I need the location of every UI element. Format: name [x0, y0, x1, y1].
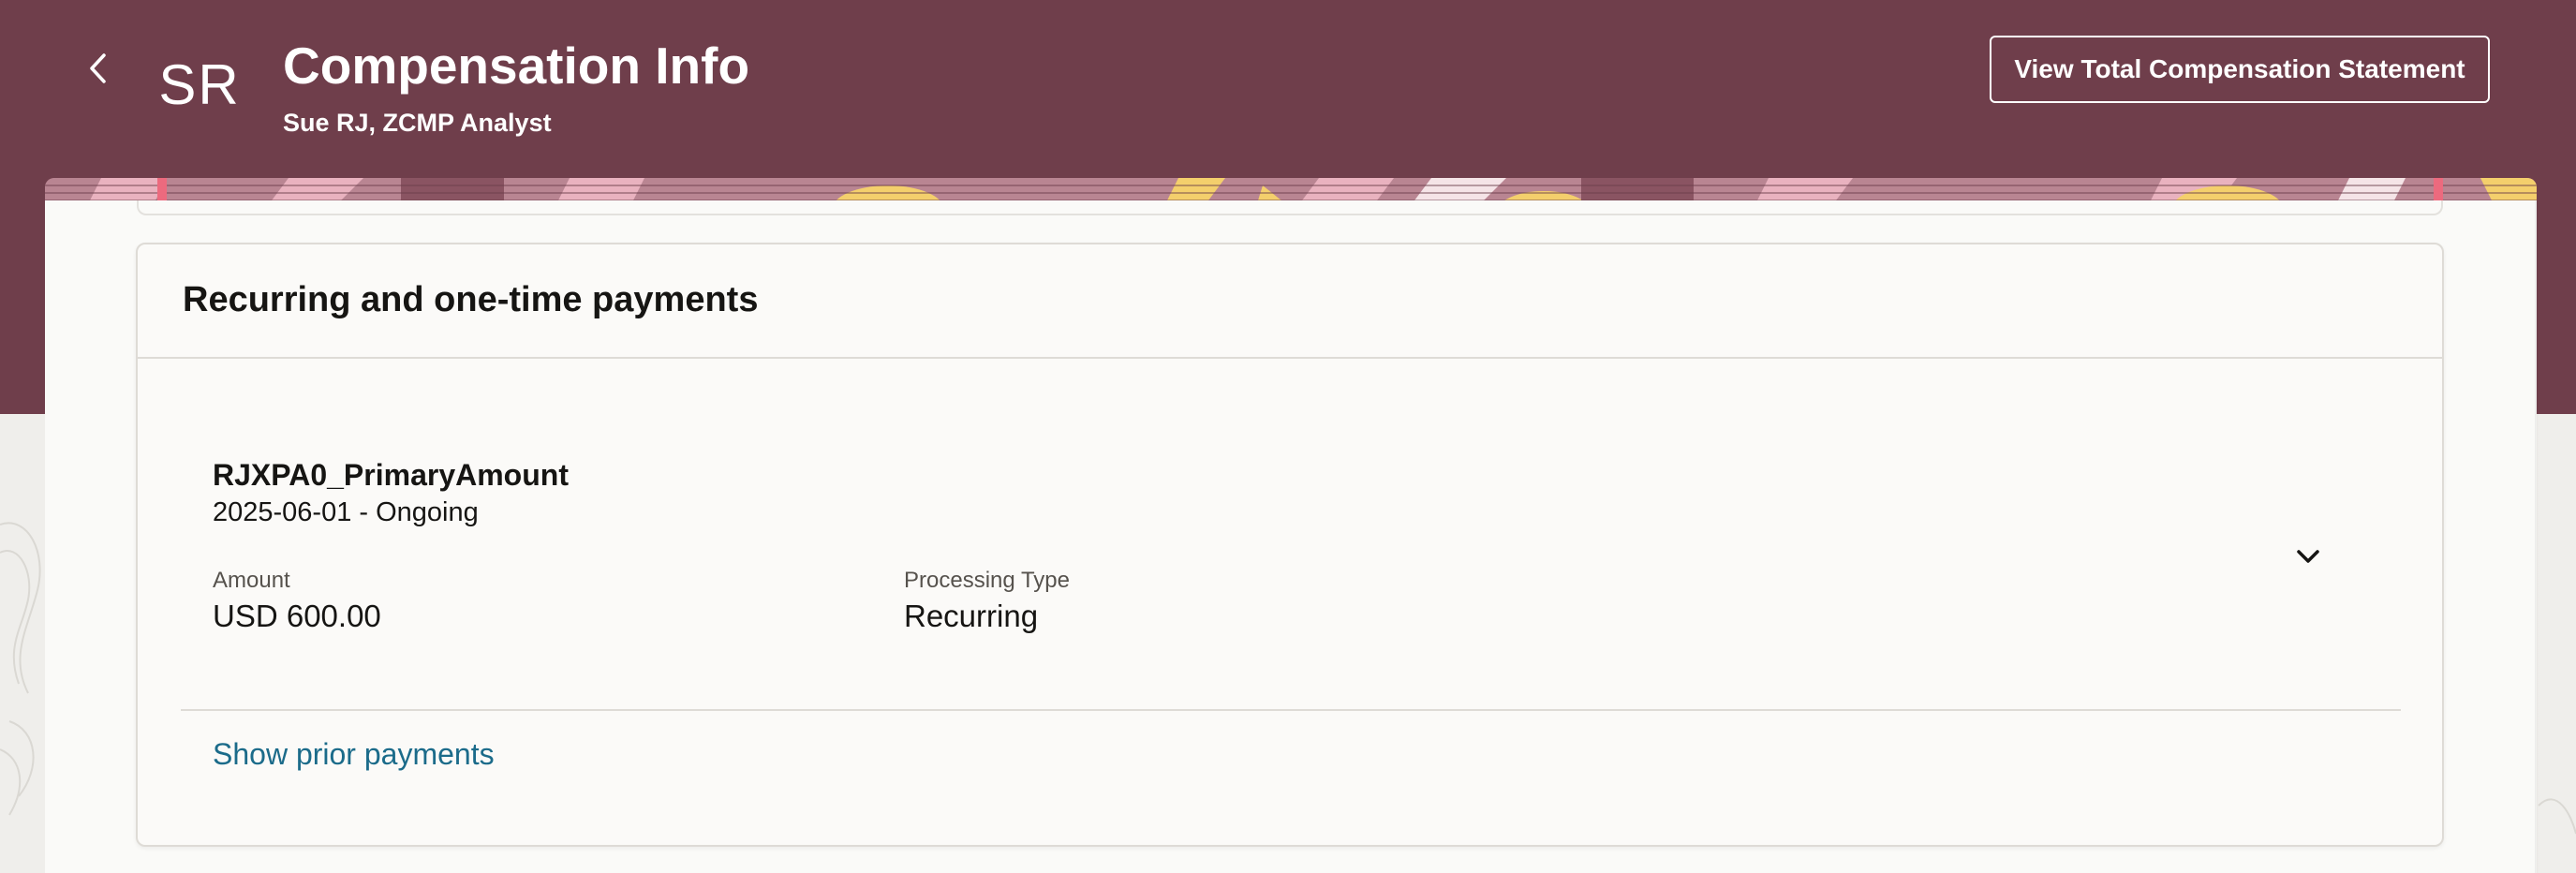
- avatar: SR: [158, 52, 241, 116]
- chevron-left-icon: [90, 53, 106, 83]
- page-title: Compensation Info: [283, 37, 750, 95]
- amount-value: USD 600.00: [213, 599, 381, 633]
- payment-name: RJXPA0_PrimaryAmount: [213, 458, 569, 492]
- processing-type-label: Processing Type: [904, 568, 1070, 593]
- section-title: Recurring and one-time payments: [183, 280, 759, 319]
- container-shadow: [2535, 200, 2539, 873]
- show-prior-payments-link[interactable]: Show prior payments: [213, 737, 495, 772]
- view-total-compensation-statement-button[interactable]: View Total Compensation Statement: [1990, 36, 2490, 103]
- payment-dates: 2025-06-01 - Ongoing: [213, 497, 479, 527]
- previous-card-edge: [137, 200, 2443, 215]
- recurring-payments-card: Recurring and one-time payments RJXPA0_P…: [136, 243, 2444, 847]
- card-divider: [181, 709, 2401, 711]
- amount-label: Amount: [213, 568, 290, 593]
- back-button[interactable]: [79, 47, 116, 90]
- card-header: Recurring and one-time payments: [138, 244, 2442, 359]
- compensation-info-page: SR Compensation Info Sue RJ, ZCMP Analys…: [0, 0, 2576, 873]
- processing-type-value: Recurring: [904, 599, 1039, 633]
- chevron-down-icon: [2297, 550, 2319, 563]
- page-subtitle: Sue RJ, ZCMP Analyst: [283, 109, 552, 137]
- expand-payment-button[interactable]: [2282, 534, 2334, 579]
